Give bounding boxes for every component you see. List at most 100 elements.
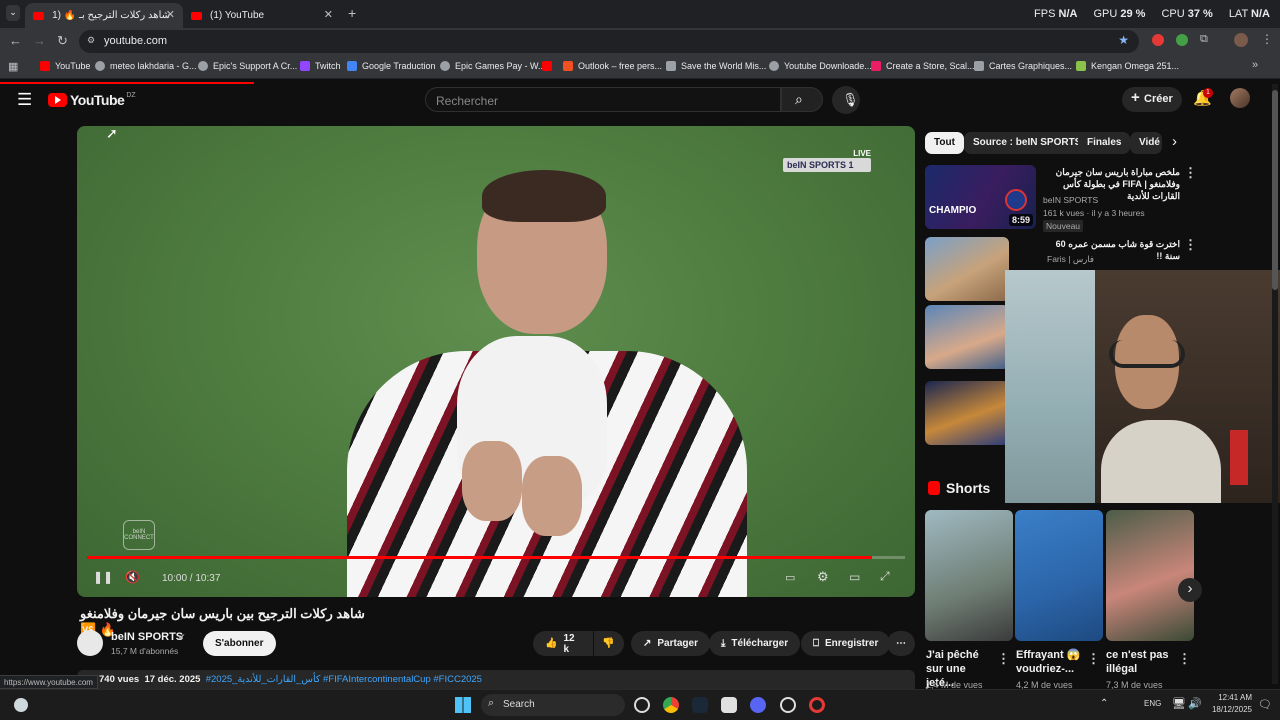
bookmark-item[interactable]: Create a Store, Scal... [871, 61, 975, 71]
reload-icon[interactable]: ↻ [57, 33, 68, 49]
profile-avatar[interactable] [1234, 33, 1248, 47]
bookmark-item[interactable]: Outlook – free pers... [563, 61, 662, 71]
site-info-icon[interactable]: ⚙ [87, 35, 95, 46]
short-title[interactable]: Effrayant 😱 voudriez-... [1016, 648, 1086, 676]
extensions-puzzle-icon[interactable]: ⧉ [1200, 33, 1208, 46]
download-button[interactable]: ⤓ Télécharger [709, 631, 801, 656]
recommendation-thumbnail[interactable] [925, 381, 1009, 445]
discord-app-icon[interactable] [750, 697, 766, 713]
chrome-app-icon[interactable] [663, 697, 679, 713]
bookmark-item[interactable]: Epic Games Pay - W... [440, 61, 546, 71]
short-thumbnail[interactable] [1015, 510, 1103, 641]
extension-icon[interactable] [1176, 34, 1188, 46]
more-dots-icon: ⋯ [896, 638, 906, 649]
volume-icon[interactable]: 🔊 [1188, 697, 1202, 710]
bookmark-item[interactable]: YouTube [40, 61, 90, 71]
close-tab-icon[interactable]: ✕ [324, 8, 333, 21]
bookmark-item[interactable]: Youtube Downloade... [769, 61, 872, 71]
clock-time[interactable]: 12:41 AM [1210, 693, 1252, 702]
webcam-person-sweater [1101, 420, 1221, 503]
thumbs-down-icon: 👎 [602, 638, 615, 649]
youtube-logo[interactable]: YouTube DZ [48, 92, 136, 108]
recommendation-thumbnail[interactable] [925, 305, 1009, 369]
more-options-icon[interactable]: ⋮ [1087, 651, 1100, 667]
pause-icon[interactable]: ❚❚ [93, 570, 113, 584]
forward-arrow-icon[interactable]: → [33, 33, 46, 48]
subscribe-button[interactable]: S'abonner [203, 631, 276, 656]
bookmark-item[interactable] [542, 61, 557, 71]
description-box[interactable]: 740 vues 17 déc. 2025 #كأس_القارات_للأند… [77, 670, 915, 689]
account-avatar[interactable] [1230, 88, 1250, 108]
steam-app-icon[interactable] [692, 697, 708, 713]
hamburger-menu-icon[interactable]: ☰ [17, 90, 32, 110]
app-icon[interactable] [721, 697, 737, 713]
extension-icon[interactable] [1152, 34, 1164, 46]
chip-finals[interactable]: Finales [1078, 132, 1131, 154]
chatgpt-app-icon[interactable] [634, 697, 650, 713]
channel-avatar[interactable] [77, 630, 103, 656]
settings-gear-icon[interactable]: ⚙ [817, 569, 829, 585]
menu-kebab-icon[interactable]: ⋮ [1261, 32, 1273, 46]
app-icon[interactable] [780, 697, 796, 713]
short-title[interactable]: ce n'est pas illégal [1106, 648, 1176, 676]
video-progress-bar[interactable] [87, 556, 905, 559]
back-arrow-icon[interactable]: ← [9, 33, 22, 48]
more-options-icon[interactable]: ⋮ [1178, 651, 1191, 667]
taskbar-search[interactable]: ⌕ Search [481, 694, 625, 716]
voice-search-button[interactable]: 🎙 [832, 86, 860, 114]
recommendation-thumbnail[interactable]: CHAMPIO 8:59 [925, 165, 1036, 229]
save-button[interactable]: ⎕ Enregistrer [801, 631, 891, 656]
address-bar[interactable]: ⚙ youtube.com ★ [79, 30, 1139, 53]
notification-center-icon[interactable]: 🗨 [1258, 698, 1272, 711]
create-button[interactable]: + Créer [1122, 87, 1182, 112]
tab-video[interactable]: شاهد ركلات الترجيح بـ 🔥 🆚 (1) ✕ [25, 3, 183, 28]
new-tab-button[interactable]: + [348, 5, 356, 21]
share-button[interactable]: ↗ Partager [631, 631, 710, 656]
more-bookmarks-icon[interactable]: » [1252, 59, 1258, 71]
chevron-right-icon[interactable]: › [1172, 133, 1177, 150]
bookmark-item[interactable]: Google Traduction [347, 61, 436, 71]
chip-all[interactable]: Tout [925, 132, 964, 154]
fullscreen-icon[interactable]: ⤢ [880, 569, 890, 584]
opera-app-icon[interactable] [809, 697, 825, 713]
like-button[interactable]: 👍 12 k [533, 631, 593, 656]
chip-videos[interactable]: Vidé [1130, 132, 1162, 154]
more-options-icon[interactable]: ⋮ [1184, 165, 1197, 181]
bookmark-item[interactable]: Cartes Graphiques... [974, 61, 1072, 71]
bookmark-item[interactable]: meteo lakhdaria - G... [95, 61, 197, 71]
apps-grid-icon[interactable]: ▦ [8, 60, 18, 73]
search-button[interactable]: ⌕ [781, 87, 823, 112]
short-thumbnail[interactable] [925, 510, 1013, 641]
recommendation-thumbnail[interactable] [925, 237, 1009, 301]
channel-name[interactable]: beIN SPORTS [111, 631, 183, 643]
more-options-icon[interactable]: ⋮ [1184, 237, 1197, 253]
language-indicator[interactable]: ENG [1144, 699, 1161, 708]
close-tab-icon[interactable]: ✕ [166, 8, 175, 21]
dislike-button[interactable]: 👎 [594, 631, 624, 656]
bookmark-item[interactable]: Save the World Mis... [666, 61, 766, 71]
subtitles-icon[interactable]: ▭ [785, 571, 795, 584]
tab-youtube[interactable]: (1) YouTube ✕ [183, 3, 341, 28]
more-actions-button[interactable]: ⋯ [887, 631, 915, 656]
weather-widget-icon[interactable] [14, 698, 28, 712]
tab-search-icon[interactable]: ⌄ [6, 5, 20, 21]
bookmark-star-icon[interactable]: ★ [1118, 33, 1129, 47]
theater-mode-icon[interactable]: ▭ [849, 570, 860, 584]
clock-date[interactable]: 18/12/2025 [1210, 705, 1252, 714]
search-icon: ⌕ [795, 91, 803, 107]
bookmark-item[interactable]: Kengan Omega 251... [1076, 61, 1179, 71]
mute-icon[interactable]: 🔇 [125, 570, 140, 584]
more-options-icon[interactable]: ⋮ [997, 651, 1010, 667]
bookmark-item[interactable]: Epic's Support A Cr... [198, 61, 297, 71]
video-player[interactable]: LIVE beIN SPORTS 1 beIN CONNECT ❚❚ 🔇 10:… [77, 126, 915, 597]
chip-source[interactable]: Source : beIN SPORTS [964, 132, 1091, 154]
windows-start-icon[interactable] [455, 697, 471, 713]
shorts-next-icon[interactable]: › [1178, 578, 1202, 602]
network-icon[interactable]: 🖥 [1172, 697, 1186, 710]
search-input[interactable]: Rechercher [425, 87, 781, 112]
page-scrollbar[interactable] [1272, 84, 1278, 684]
short-thumbnail[interactable] [1106, 510, 1194, 641]
hashtags[interactable]: #كأس_القارات_للأندية_2025 #FIFAIntercont… [206, 674, 482, 685]
tray-chevron-icon[interactable]: ⌃ [1100, 698, 1108, 709]
bookmark-item[interactable]: Twitch [300, 61, 341, 71]
